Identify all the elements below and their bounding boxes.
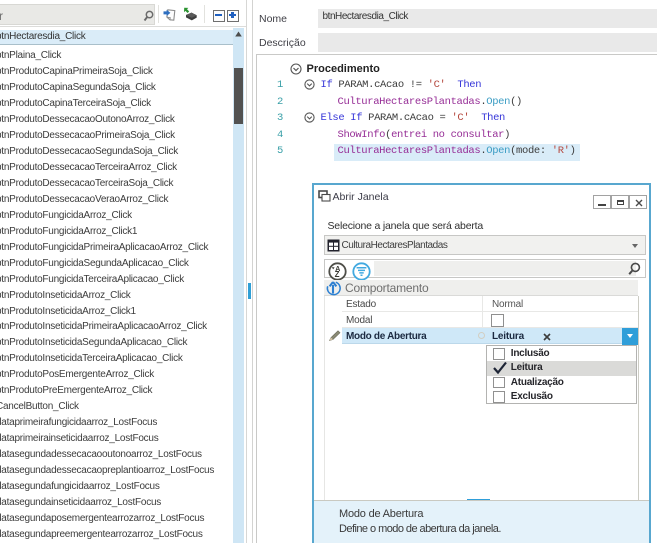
svg-text:Z: Z xyxy=(334,270,339,279)
